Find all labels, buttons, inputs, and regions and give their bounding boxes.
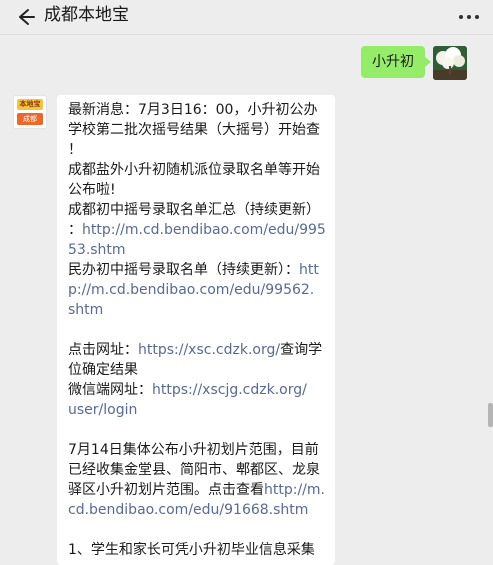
- message-line: ：http://m.cd.bendibao.com/edu/995: [68, 220, 327, 240]
- link-private-school-list-end[interactable]: shtm: [68, 300, 327, 320]
- link-admission-list-cont[interactable]: 53.shtm: [68, 240, 327, 260]
- link-admission-list[interactable]: http://m.cd.bendibao.com/edu/995: [82, 222, 326, 238]
- message-line: 已经收集金堂县、简阳市、郫都区、龙泉: [68, 462, 320, 478]
- link-district-range-cont[interactable]: cd.bendibao.com/edu/91668.shtm: [68, 500, 327, 520]
- message-line: 微信端网址：https://xscjg.cdzk.org/: [68, 380, 327, 400]
- bendibao-avatar[interactable]: 本地宝 成都: [13, 95, 47, 129]
- back-arrow-icon[interactable]: [14, 6, 36, 28]
- message-text: 查询学: [280, 342, 323, 358]
- link-district-range[interactable]: http://m.: [264, 482, 325, 498]
- link-xscjg-cdzk-cont[interactable]: user/login: [68, 400, 327, 420]
- avatar-logo-text: 本地宝: [17, 99, 43, 110]
- message-line: ！: [68, 142, 82, 158]
- message-line: 民办初中摇号录取名单（持续更新）：htt: [68, 260, 327, 280]
- message-text: 点击网址：: [68, 342, 138, 358]
- title-bar: 成都本地宝: [0, 0, 493, 35]
- message-line: 位确定结果: [68, 362, 138, 378]
- user-avatar[interactable]: [433, 46, 467, 80]
- message-line: 1、学生和家长可凭小升初毕业信息采集: [68, 542, 315, 558]
- scrollbar-thumb[interactable]: [488, 403, 493, 427]
- incoming-message-bubble: 最新消息：7月3日16：00，小升初公办 学校第二批次摇号结果（大摇号）开始查 …: [57, 95, 335, 565]
- message-text: ：: [68, 222, 82, 238]
- link-private-school-list-cont[interactable]: p://m.cd.bendibao.com/edu/99562.: [68, 280, 327, 300]
- message-text: 微信端网址：: [68, 382, 152, 398]
- chat-title: 成都本地宝: [44, 5, 129, 25]
- avatar-city-text: 成都: [17, 113, 43, 125]
- message-line: 学校第二批次摇号结果（大摇号）开始查: [68, 122, 320, 138]
- link-private-school-list[interactable]: htt: [299, 262, 319, 278]
- tree-avatar-image: [433, 46, 467, 80]
- message-line: 成都初中摇号录取名单汇总（持续更新）: [68, 202, 320, 218]
- message-line: 驿区小升初划片范围。点击查看http://m.: [68, 480, 327, 500]
- link-xsc-cdzk[interactable]: https://xsc.cdzk.org/: [138, 342, 280, 358]
- message-text: 民办初中摇号录取名单（持续更新）：: [68, 262, 299, 278]
- message-line: 7月14日集体公布小升初划片范围，目前: [68, 442, 319, 458]
- message-text: 驿区小升初划片范围。点击查看: [68, 482, 264, 498]
- link-xscjg-cdzk[interactable]: https://xscjg.cdzk.org/: [152, 382, 307, 398]
- message-line: 最新消息：7月3日16：00，小升初公办: [68, 102, 318, 118]
- outgoing-message-bubble[interactable]: 小升初: [361, 46, 431, 78]
- message-line: 公布啦!: [68, 182, 116, 198]
- message-line: 成都盐外小升初随机派位录取名单等开始: [68, 162, 320, 178]
- more-dots-icon[interactable]: [457, 9, 481, 25]
- message-line: 点击网址：https://xsc.cdzk.org/查询学: [68, 340, 327, 360]
